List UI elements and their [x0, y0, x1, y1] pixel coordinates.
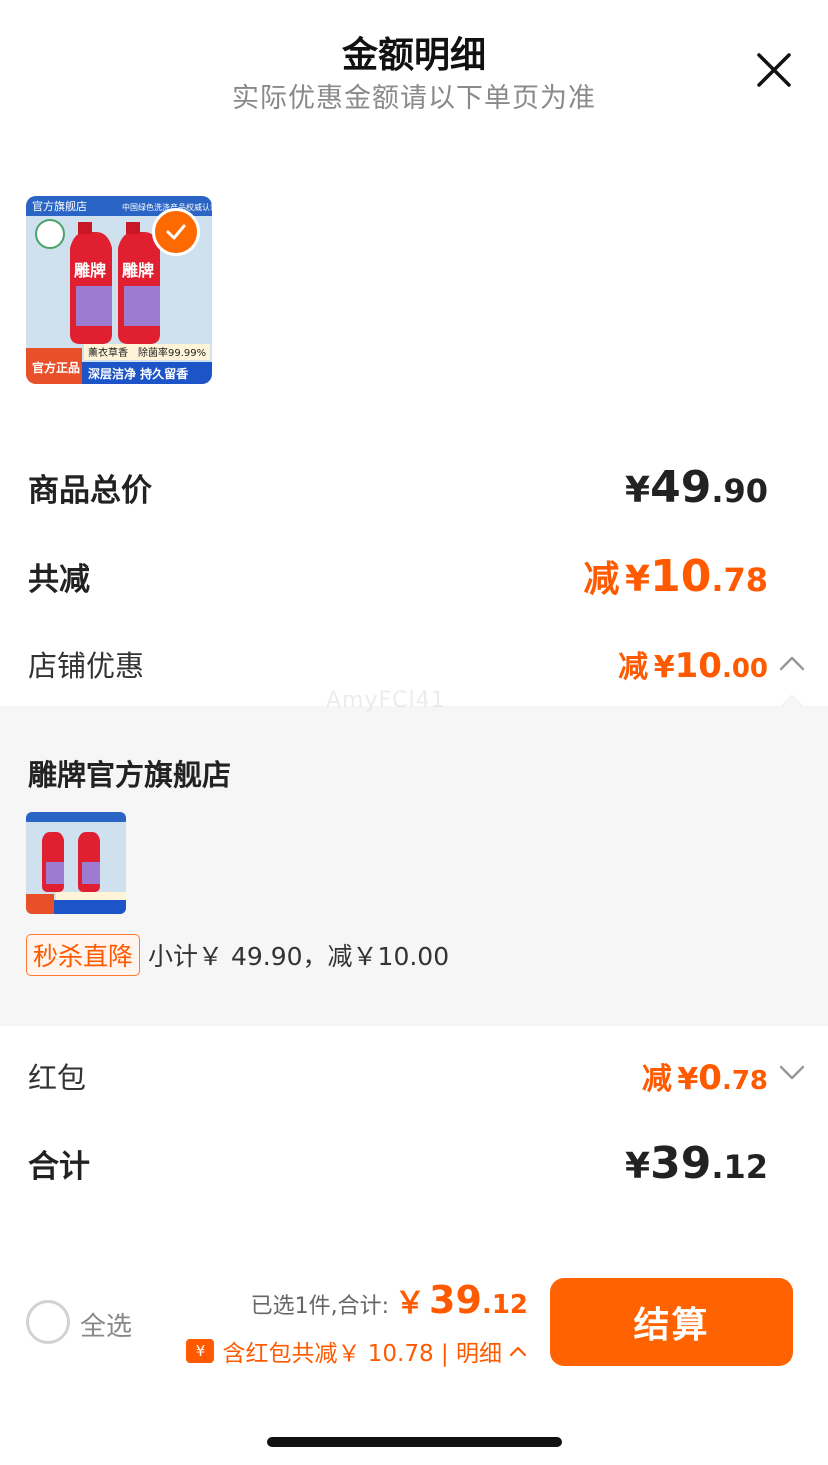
total-reduce-label: 共减	[28, 561, 90, 598]
selected-summary: 已选1件,合计: ￥ 39 .12	[251, 1278, 528, 1322]
selected-check-badge[interactable]	[152, 208, 200, 256]
selected-count-text: 已选1件,合计:	[250, 1294, 390, 1319]
summary-int: 39	[429, 1278, 482, 1322]
scent-text: 薰衣草香	[88, 346, 128, 359]
close-button[interactable]	[756, 52, 792, 88]
store-tag-text: 官方旗舰店	[32, 199, 87, 213]
total-value: ¥39.12	[625, 1138, 768, 1189]
red-packet-row[interactable]: 红包 减 ¥0.78	[28, 1054, 768, 1098]
chevron-up-small-icon	[509, 1346, 527, 1357]
promo-tag: 秒杀直降	[26, 934, 141, 976]
discount-detail-link[interactable]: ¥ 含红包共减￥ 10.78 | 明细	[186, 1334, 528, 1368]
brand-text-1: 雕牌	[74, 261, 106, 280]
discount-detail-text: 含红包共减￥ 10.78 | 明细	[222, 1341, 502, 1367]
total-reduce-value: 减 ¥10.78	[583, 551, 768, 602]
select-all-label[interactable]: 全选	[80, 1306, 132, 1343]
store-discount-label: 店铺优惠	[28, 649, 145, 683]
total-reduce-row: 共减 减 ¥10.78	[28, 550, 768, 602]
store-name: 雕牌官方旗舰店	[28, 758, 232, 792]
checkout-button[interactable]: 结算	[550, 1278, 793, 1366]
rate-text: 除菌率99.99%	[138, 346, 206, 359]
panel-notch	[780, 694, 804, 718]
goods-total-value: ¥49.90	[625, 462, 768, 513]
total-row: 合计 ¥39.12	[28, 1138, 768, 1189]
red-packet-value: 减 ¥0.78	[641, 1058, 768, 1098]
red-packet-label: 红包	[28, 1061, 87, 1095]
chevron-down-icon[interactable]	[778, 1064, 806, 1082]
chevron-up-icon[interactable]	[778, 654, 806, 672]
store-discount-value: 减 ¥10.00	[618, 646, 768, 686]
genuine-text: 官方正品	[32, 360, 80, 375]
total-label: 合计	[28, 1149, 90, 1185]
slogan-text: 深层洁净 持久留香	[88, 366, 188, 381]
select-all-radio[interactable]	[26, 1300, 70, 1344]
page-subtitle: 实际优惠金额请以下单页为准	[232, 83, 596, 114]
watermark: AmyFCl41	[326, 688, 446, 713]
page-title: 金额明细	[341, 35, 486, 76]
store-discount-row[interactable]: 店铺优惠 减 ¥10.00	[28, 642, 768, 686]
goods-total-row: 商品总价 ¥49.90	[28, 462, 768, 513]
summary-yen: ￥	[395, 1286, 426, 1321]
store-product-image[interactable]	[26, 812, 126, 914]
summary-dec: .12	[481, 1290, 528, 1320]
header: 金额明细 实际优惠金额请以下单页为准	[0, 0, 828, 130]
goods-total-label: 商品总价	[28, 473, 152, 509]
close-icon	[757, 53, 791, 87]
promo-line: 秒杀直降 小计￥ 49.90，减￥10.00	[26, 934, 449, 976]
store-discount-panel: 雕牌官方旗舰店 秒杀直降 小计￥ 49.90，减￥10.00	[0, 694, 828, 1026]
coupon-icon: ¥	[186, 1339, 215, 1363]
promo-subtotal-text: 小计￥ 49.90，减￥10.00	[148, 942, 450, 971]
checkout-bar: 全选 已选1件,合计: ￥ 39 .12 ¥ 含红包共减￥ 10.78 | 明细…	[0, 1270, 828, 1380]
home-indicator	[267, 1437, 562, 1447]
brand-text-2: 雕牌	[122, 261, 154, 280]
check-icon	[166, 224, 186, 240]
